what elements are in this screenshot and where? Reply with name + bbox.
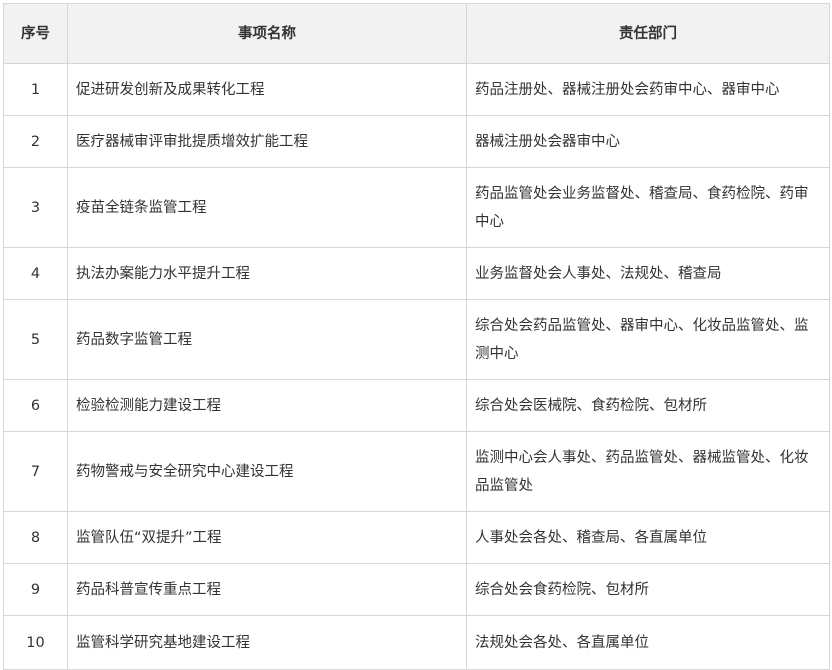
row-project-name: 促进研发创新及成果转化工程 [67,63,467,116]
header-department: 责任部门 [466,3,830,64]
row-number: 4 [3,247,68,300]
row-department: 法规处会各处、各直属单位 [466,615,830,670]
projects-table: 序号 事项名称 责任部门 1 促进研发创新及成果转化工程 药品注册处、器械注册处… [3,3,830,670]
row-project-name: 药物警戒与安全研究中心建设工程 [67,431,467,512]
row-department: 综合处会食药检院、包材所 [466,563,830,616]
row-number: 3 [3,167,68,248]
row-project-name: 执法办案能力水平提升工程 [67,247,467,300]
row-number: 6 [3,379,68,432]
row-project-name: 疫苗全链条监管工程 [67,167,467,248]
row-department: 药品注册处、器械注册处会药审中心、器审中心 [466,63,830,116]
row-department: 业务监督处会人事处、法规处、稽查局 [466,247,830,300]
row-project-name: 监管科学研究基地建设工程 [67,615,467,670]
row-number: 1 [3,63,68,116]
row-department: 监测中心会人事处、药品监管处、器械监管处、化妆品监管处 [466,431,830,512]
table-row: 3 疫苗全链条监管工程 药品监管处会业务监督处、稽查局、食药检院、药审中心 [3,167,830,248]
row-number: 5 [3,299,68,380]
table-row: 7 药物警戒与安全研究中心建设工程 监测中心会人事处、药品监管处、器械监管处、化… [3,431,830,512]
table-row: 6 检验检测能力建设工程 综合处会医械院、食药检院、包材所 [3,379,830,432]
row-number: 7 [3,431,68,512]
row-number: 10 [3,615,68,670]
row-department: 器械注册处会器审中心 [466,115,830,168]
row-number: 2 [3,115,68,168]
header-project-name: 事项名称 [67,3,467,64]
row-department: 人事处会各处、稽查局、各直属单位 [466,511,830,564]
row-project-name: 检验检测能力建设工程 [67,379,467,432]
table-row: 4 执法办案能力水平提升工程 业务监督处会人事处、法规处、稽查局 [3,247,830,300]
table-row: 5 药品数字监管工程 综合处会药品监管处、器审中心、化妆品监管处、监测中心 [3,299,830,380]
table-row: 9 药品科普宣传重点工程 综合处会食药检院、包材所 [3,563,830,616]
row-project-name: 监管队伍“双提升”工程 [67,511,467,564]
row-project-name: 药品数字监管工程 [67,299,467,380]
row-number: 8 [3,511,68,564]
table-header-row: 序号 事项名称 责任部门 [3,3,830,64]
table-row: 2 医疗器械审评审批提质增效扩能工程 器械注册处会器审中心 [3,115,830,168]
row-project-name: 医疗器械审评审批提质增效扩能工程 [67,115,467,168]
row-project-name: 药品科普宣传重点工程 [67,563,467,616]
row-department: 综合处会医械院、食药检院、包材所 [466,379,830,432]
table-row: 1 促进研发创新及成果转化工程 药品注册处、器械注册处会药审中心、器审中心 [3,63,830,116]
row-number: 9 [3,563,68,616]
row-department: 药品监管处会业务监督处、稽查局、食药检院、药审中心 [466,167,830,248]
row-department: 综合处会药品监管处、器审中心、化妆品监管处、监测中心 [466,299,830,380]
header-number: 序号 [3,3,68,64]
table-row: 8 监管队伍“双提升”工程 人事处会各处、稽查局、各直属单位 [3,511,830,564]
table-row: 10 监管科学研究基地建设工程 法规处会各处、各直属单位 [3,615,830,670]
